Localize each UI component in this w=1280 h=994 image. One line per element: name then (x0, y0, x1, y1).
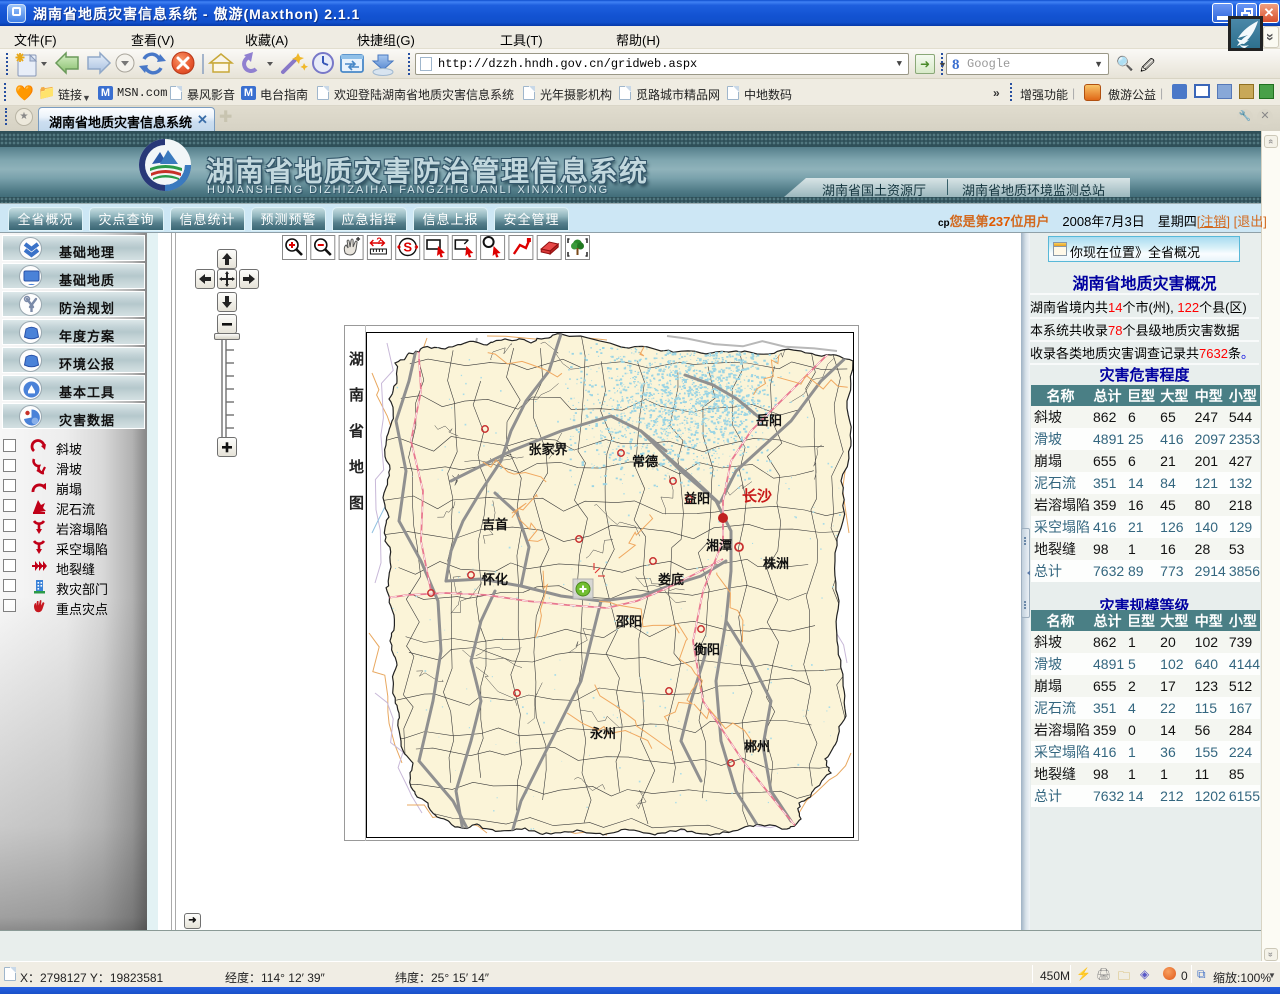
svg-text:怀化: 怀化 (482, 572, 508, 587)
svg-text:郴州: 郴州 (744, 739, 770, 754)
svg-text:长沙: 长沙 (742, 487, 772, 505)
svg-text:株洲: 株洲 (763, 556, 789, 571)
svg-text:永州: 永州 (589, 726, 616, 741)
svg-text:邵阳: 邵阳 (615, 614, 642, 629)
svg-text:S: S (403, 240, 412, 255)
svg-text:娄底: 娄底 (658, 572, 684, 587)
svg-text:湘潭: 湘潭 (706, 538, 732, 553)
svg-text:益阳: 益阳 (684, 491, 710, 506)
svg-text:岳阳: 岳阳 (756, 413, 782, 428)
svg-text:衡阳: 衡阳 (694, 642, 720, 657)
svg-text:吉首: 吉首 (482, 517, 508, 532)
svg-text:张家界: 张家界 (528, 442, 567, 457)
svg-text:常德: 常德 (632, 454, 658, 469)
svg-text:?: ? (376, 236, 382, 246)
